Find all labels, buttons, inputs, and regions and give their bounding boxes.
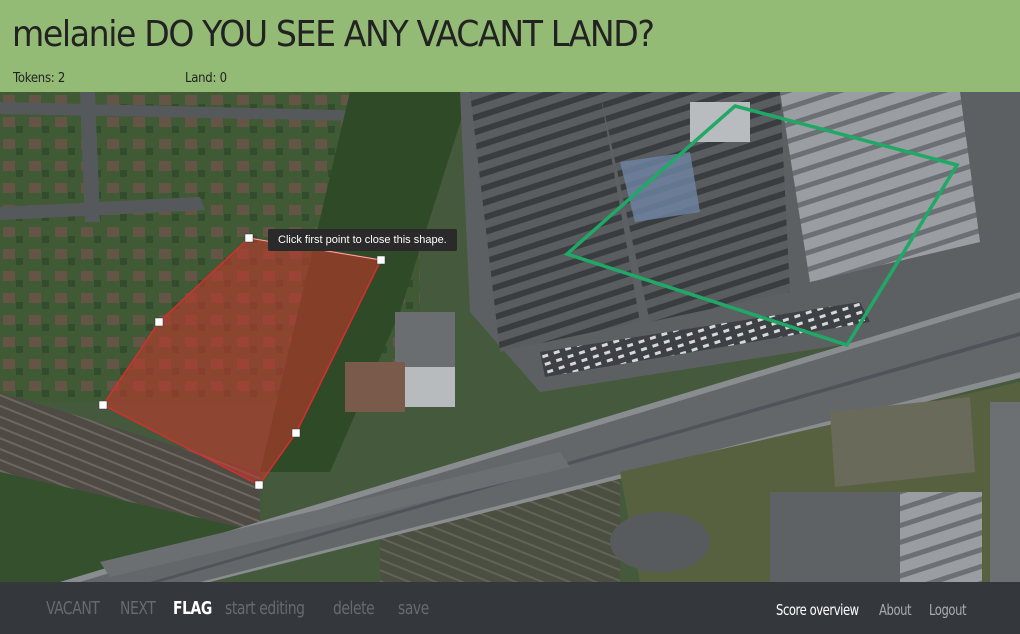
next-button[interactable]: NEXT <box>120 598 156 619</box>
start-editing-button[interactable]: start editing <box>225 598 305 619</box>
vacant-button[interactable]: VACANT <box>46 598 100 619</box>
vertex-handle <box>291 428 301 438</box>
land-count: Land: 0 <box>185 71 227 86</box>
score-overview-link[interactable]: Score overview <box>776 601 859 619</box>
about-link[interactable]: About <box>879 601 912 619</box>
vertex-handle <box>376 255 386 265</box>
vertex-handle <box>154 317 164 327</box>
flag-button[interactable]: FLAG <box>173 598 212 619</box>
draw-tooltip: Click first point to close this shape. <box>268 229 457 251</box>
tokens-count: Tokens: 2 <box>13 71 66 86</box>
header-bar: melanie DO YOU SEE ANY VACANT LAND? Toke… <box>0 0 1020 92</box>
vertex-handle <box>254 480 264 490</box>
save-button[interactable]: save <box>398 598 429 619</box>
logout-link[interactable]: Logout <box>929 601 967 619</box>
vertex-handle <box>244 233 254 243</box>
map-imagery <box>0 92 1020 582</box>
vertex-handle <box>98 400 108 410</box>
page-title: melanie DO YOU SEE ANY VACANT LAND? <box>12 14 655 55</box>
bottom-nav: VACANT NEXT FLAG start editing delete sa… <box>0 582 1020 634</box>
satellite-map[interactable]: Click first point to close this shape. <box>0 92 1020 582</box>
delete-button[interactable]: delete <box>333 598 375 619</box>
